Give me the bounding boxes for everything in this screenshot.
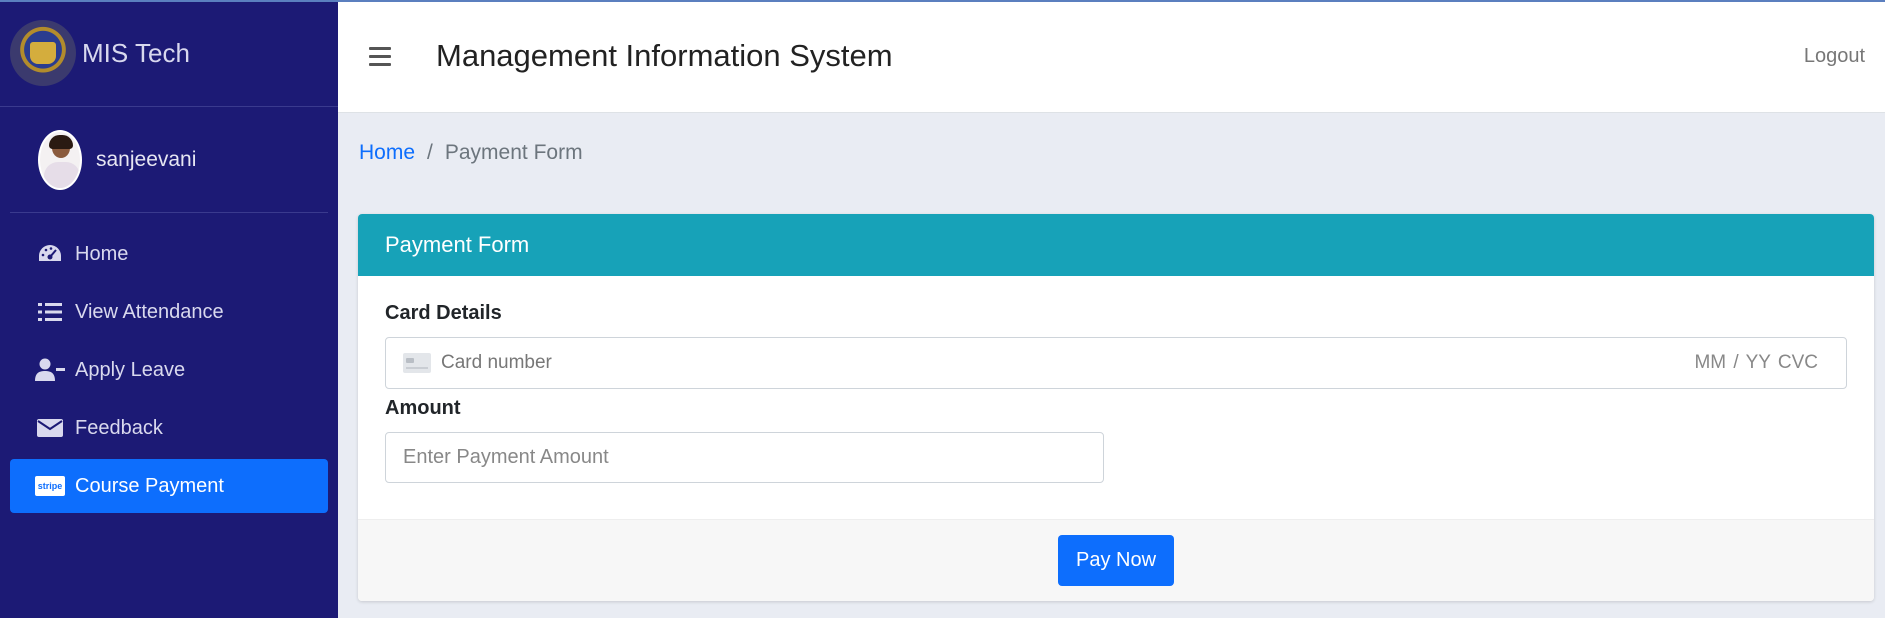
sidebar-item-home[interactable]: Home: [10, 227, 328, 281]
sidebar-item-course-payment[interactable]: stripe Course Payment: [10, 459, 328, 513]
page-title: Management Information System: [436, 38, 893, 73]
sidebar-nav: Home View Attendance Apply Leave Feedbac…: [0, 213, 338, 513]
top-header: Management Information System Logout: [338, 0, 1885, 113]
stripe-icon: stripe: [35, 474, 65, 498]
card-footer: Pay Now: [358, 519, 1874, 601]
sidebar: MIS Tech sanjeevani Home View Attendance…: [0, 0, 338, 618]
sidebar-item-label: View Attendance: [75, 300, 224, 323]
menu-toggle-icon[interactable]: [369, 46, 391, 66]
sidebar-item-apply-leave[interactable]: Apply Leave: [10, 343, 328, 397]
dashboard-gauge-icon: [35, 242, 65, 266]
breadcrumb-current: Payment Form: [444, 141, 583, 164]
card-expiry-cvc-placeholder[interactable]: MM / YY CVC: [1694, 352, 1818, 374]
card-details-label: Card Details: [385, 302, 502, 324]
user-minus-icon: [35, 358, 65, 382]
list-icon: [35, 300, 65, 324]
logout-link[interactable]: Logout: [1804, 45, 1865, 68]
breadcrumb-separator: /: [427, 141, 433, 164]
user-name: sanjeevani: [96, 147, 197, 171]
sidebar-item-view-attendance[interactable]: View Attendance: [10, 285, 328, 339]
card-header: Payment Form: [358, 214, 1874, 276]
card-number-field[interactable]: Card number MM / YY CVC: [385, 337, 1847, 389]
credit-card-icon: [403, 353, 431, 373]
payment-form-card: Payment Form Card Details Card number MM…: [358, 214, 1874, 601]
top-accent-line: [0, 0, 1885, 2]
sidebar-item-label: Feedback: [75, 416, 163, 439]
amount-input[interactable]: [385, 432, 1104, 483]
sidebar-item-label: Apply Leave: [75, 358, 186, 381]
brand-name: MIS Tech: [82, 37, 190, 68]
amount-label: Amount: [385, 397, 461, 419]
avatar: [38, 129, 82, 190]
sidebar-item-label: Home: [75, 242, 129, 265]
pay-now-button[interactable]: Pay Now: [1058, 535, 1174, 586]
sidebar-item-label: Course Payment: [75, 474, 224, 497]
brand[interactable]: MIS Tech: [0, 0, 338, 107]
user-panel[interactable]: sanjeevani: [10, 107, 328, 213]
breadcrumb-home-link[interactable]: Home: [359, 141, 415, 164]
envelope-icon: [35, 416, 65, 440]
stripe-badge-text: stripe: [38, 481, 63, 491]
logo-icon: [10, 20, 76, 86]
breadcrumb: Home / Payment Form: [359, 141, 583, 165]
card-number-placeholder[interactable]: Card number: [441, 352, 1694, 374]
sidebar-item-feedback[interactable]: Feedback: [10, 401, 328, 455]
card-body: Card Details Card number MM / YY CVC Amo…: [358, 276, 1874, 521]
